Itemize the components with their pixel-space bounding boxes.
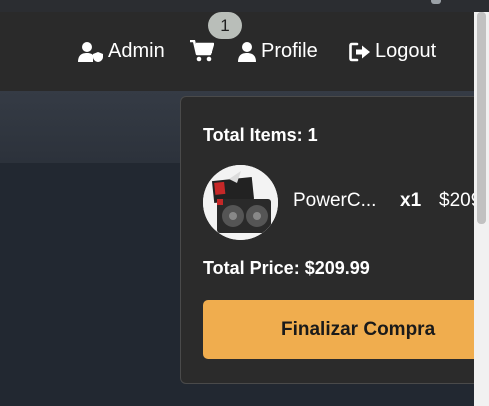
nav-logout-label: Logout: [375, 40, 437, 62]
cart-item-name: PowerC...: [293, 190, 377, 211]
page-viewport: Admin Profile Logout Total Items: 1 Powe…: [0, 0, 474, 406]
nav-logout-link[interactable]: Logout: [349, 40, 436, 63]
cart-item-price: $209.99: [439, 190, 474, 211]
user-icon: [238, 41, 256, 62]
cart-total-items: Total Items: 1: [203, 125, 318, 145]
checkout-button[interactable]: Finalizar Compra: [203, 300, 474, 359]
graphics-card-image: [203, 165, 278, 240]
cart-button[interactable]: [190, 39, 215, 67]
page-scrollbar[interactable]: [474, 12, 489, 406]
nav-admin-link[interactable]: Admin: [78, 40, 165, 63]
nav-profile-link[interactable]: Profile: [237, 40, 318, 63]
user-shield-icon: [78, 41, 103, 62]
cart-item-image: [203, 165, 278, 240]
nav-admin-label: Admin: [108, 40, 165, 62]
shopping-cart-icon: [190, 39, 215, 62]
sign-out-icon: [349, 42, 370, 61]
nav-profile-label: Profile: [261, 40, 318, 62]
cart-count-badge: 1: [208, 12, 242, 39]
scrollbar-thumb[interactable]: [477, 12, 486, 224]
cart-count-value: 1: [220, 15, 230, 35]
cart-total-price: Total Price: $209.99: [203, 258, 370, 278]
cart-item-quantity: x1: [400, 190, 422, 211]
